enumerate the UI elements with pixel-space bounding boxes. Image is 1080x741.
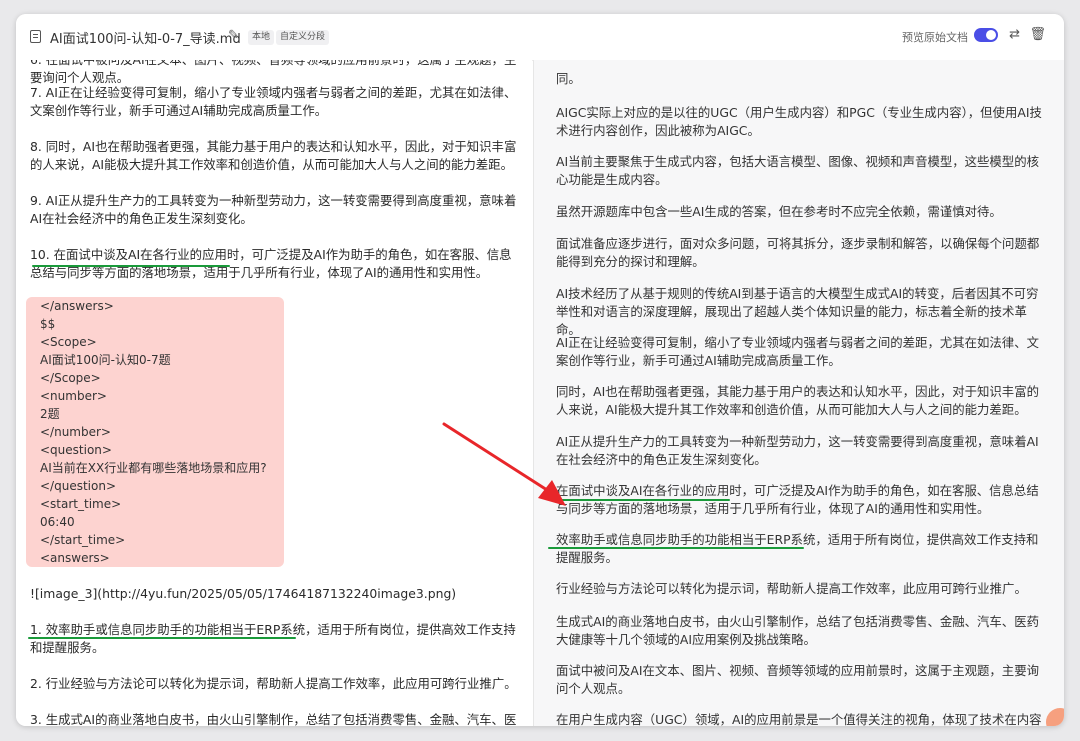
code-line: <Scope>: [40, 335, 97, 349]
badge-custom-segment: 自定义分段: [276, 30, 330, 45]
code-line: </answers>: [40, 299, 114, 313]
app-window: AI面试100问-认知-0-7_导读.md ✎ 本地 自定义分段 预览原始文档 …: [16, 14, 1064, 726]
right-paragraph: AIGC实际上对应的是以往的UGC（用户生成内容）和PGC（专业生成内容），但使…: [556, 105, 1042, 138]
edit-icon[interactable]: ✎: [228, 28, 239, 43]
trash-icon[interactable]: 🗑: [1029, 27, 1046, 42]
swap-icon[interactable]: ⇄: [1009, 27, 1020, 42]
code-line: <number>: [40, 389, 107, 403]
source-pane[interactable]: 6. 在面试中被问及AI在文本、图片、视频、音频等领域的应用前景时，这属于主观题…: [16, 60, 532, 726]
highlighted-code-block: </answers> $$ <Scope> AI面试100问-认知0-7题 </…: [26, 297, 284, 567]
code-line: <start_time>: [40, 497, 122, 511]
right-paragraph: 效率助手或信息同步助手的功能相当于ERP系统，适用于所有岗位，提供高效工作支持和…: [556, 532, 1039, 565]
left-answer-3: 3. 生成式AI的商业落地白皮书，由火山引擎制作，总结了包括消费零售、金融、汽车…: [30, 712, 517, 726]
underline-mark: [28, 637, 296, 639]
preview-toggle[interactable]: [974, 28, 998, 42]
code-line: AI当前在XX行业都有哪些落地场景和应用?: [40, 461, 267, 475]
underline-mark: [548, 547, 804, 549]
left-paragraph-9: 9. AI正从提升生产力的工具转变为一种新型劳动力，这一转变需要得到高度重视，意…: [30, 193, 517, 226]
left-answer-1: 1. 效率助手或信息同步助手的功能相当于ERP系统，适用于所有岗位，提供高效工作…: [30, 622, 516, 655]
right-paragraph: 同时，AI也在帮助强者更强，其能力基于用户的表达和认知水平，因此，对于知识丰富的…: [556, 384, 1039, 417]
left-top-fragment: 6. 在面试中被问及AI在文本、图片、视频、音频等领域的应用前景时，这属于主观题…: [30, 60, 516, 85]
code-line: <question>: [40, 443, 112, 457]
code-line: AI面试100问-认知0-7题: [40, 353, 171, 367]
code-line: </number>: [40, 425, 111, 439]
code-line: 2题: [40, 407, 60, 421]
left-answer-2: 2. 行业经验与方法论可以转化为提示词，帮助新人提高工作效率，此应用可跨行业推广…: [30, 676, 517, 691]
underline-mark: [556, 499, 730, 501]
right-paragraph: 在用户生成内容（UGC）领域，AI的应用前景是一个值得关注的视角，体现了技术在内…: [556, 712, 1042, 726]
header-bar: AI面试100问-认知-0-7_导读.md ✎ 本地 自定义分段 预览原始文档 …: [16, 14, 1064, 61]
right-paragraph: 面试中被问及AI在文本、图片、视频、音频等领域的应用前景时，这属于主观题，主要询…: [556, 663, 1039, 696]
right-top-fragment: 同。: [556, 71, 581, 86]
left-paragraph-8: 8. 同时，AI也在帮助强者更强，其能力基于用户的表达和认知水平，因此，对于知识…: [30, 139, 517, 172]
right-paragraph: AI当前主要聚焦于生成式内容，包括大语言模型、图像、视频和声音模型，这些模型的核…: [556, 154, 1039, 187]
code-line: </start_time>: [40, 533, 126, 547]
code-line: </Scope>: [40, 371, 101, 385]
right-paragraph: AI正在让经验变得可复制，缩小了专业领域内强者与弱者之间的差距，尤其在如法律、文…: [556, 335, 1039, 368]
preview-pane[interactable]: 同。 AIGC实际上对应的是以往的UGC（用户生成内容）和PGC（专业生成内容）…: [533, 60, 1064, 726]
right-paragraph: AI技术经历了从基于规则的传统AI到基于语言的大模型生成式AI的转变，后者因其不…: [556, 286, 1039, 337]
preview-original-label: 预览原始文档: [902, 31, 968, 44]
right-paragraph: 面试准备应逐步进行，面对众多问题，可将其拆分，逐步录制和解答，以确保每个问题都能…: [556, 236, 1040, 269]
underline-mark: [32, 265, 230, 267]
badge-local: 本地: [248, 30, 275, 45]
file-icon: [30, 30, 41, 43]
right-paragraph: 虽然开源题库中包含一些AI生成的答案，但在参考时不应完全依赖，需谨慎对待。: [556, 204, 1002, 219]
image-reference: ![image_3](http://4yu.fun/2025/05/05/174…: [30, 586, 457, 601]
right-paragraph: AI正从提升生产力的工具转变为一种新型劳动力，这一转变需要得到高度重视，意味着A…: [556, 434, 1039, 467]
code-line: 06:40: [40, 515, 75, 529]
document-title: AI面试100问-认知-0-7_导读.md: [50, 32, 241, 47]
code-line: $$: [40, 317, 56, 331]
right-paragraph: 生成式AI的商业落地白皮书，由火山引擎制作，总结了包括消费零售、金融、汽车、医药…: [556, 614, 1039, 647]
code-line: </question>: [40, 479, 116, 493]
right-paragraph: 行业经验与方法论可以转化为提示词，帮助新人提高工作效率，此应用可跨行业推广。: [556, 581, 1027, 596]
code-line: <answers>: [40, 551, 110, 565]
left-paragraph-7: 7. AI正在让经验变得可复制，缩小了专业领域内强者与弱者之间的差距，尤其在如法…: [30, 85, 517, 118]
left-paragraph-10: 10. 在面试中谈及AI在各行业的应用时，可广泛提及AI作为助手的角色，如在客服…: [30, 247, 512, 280]
